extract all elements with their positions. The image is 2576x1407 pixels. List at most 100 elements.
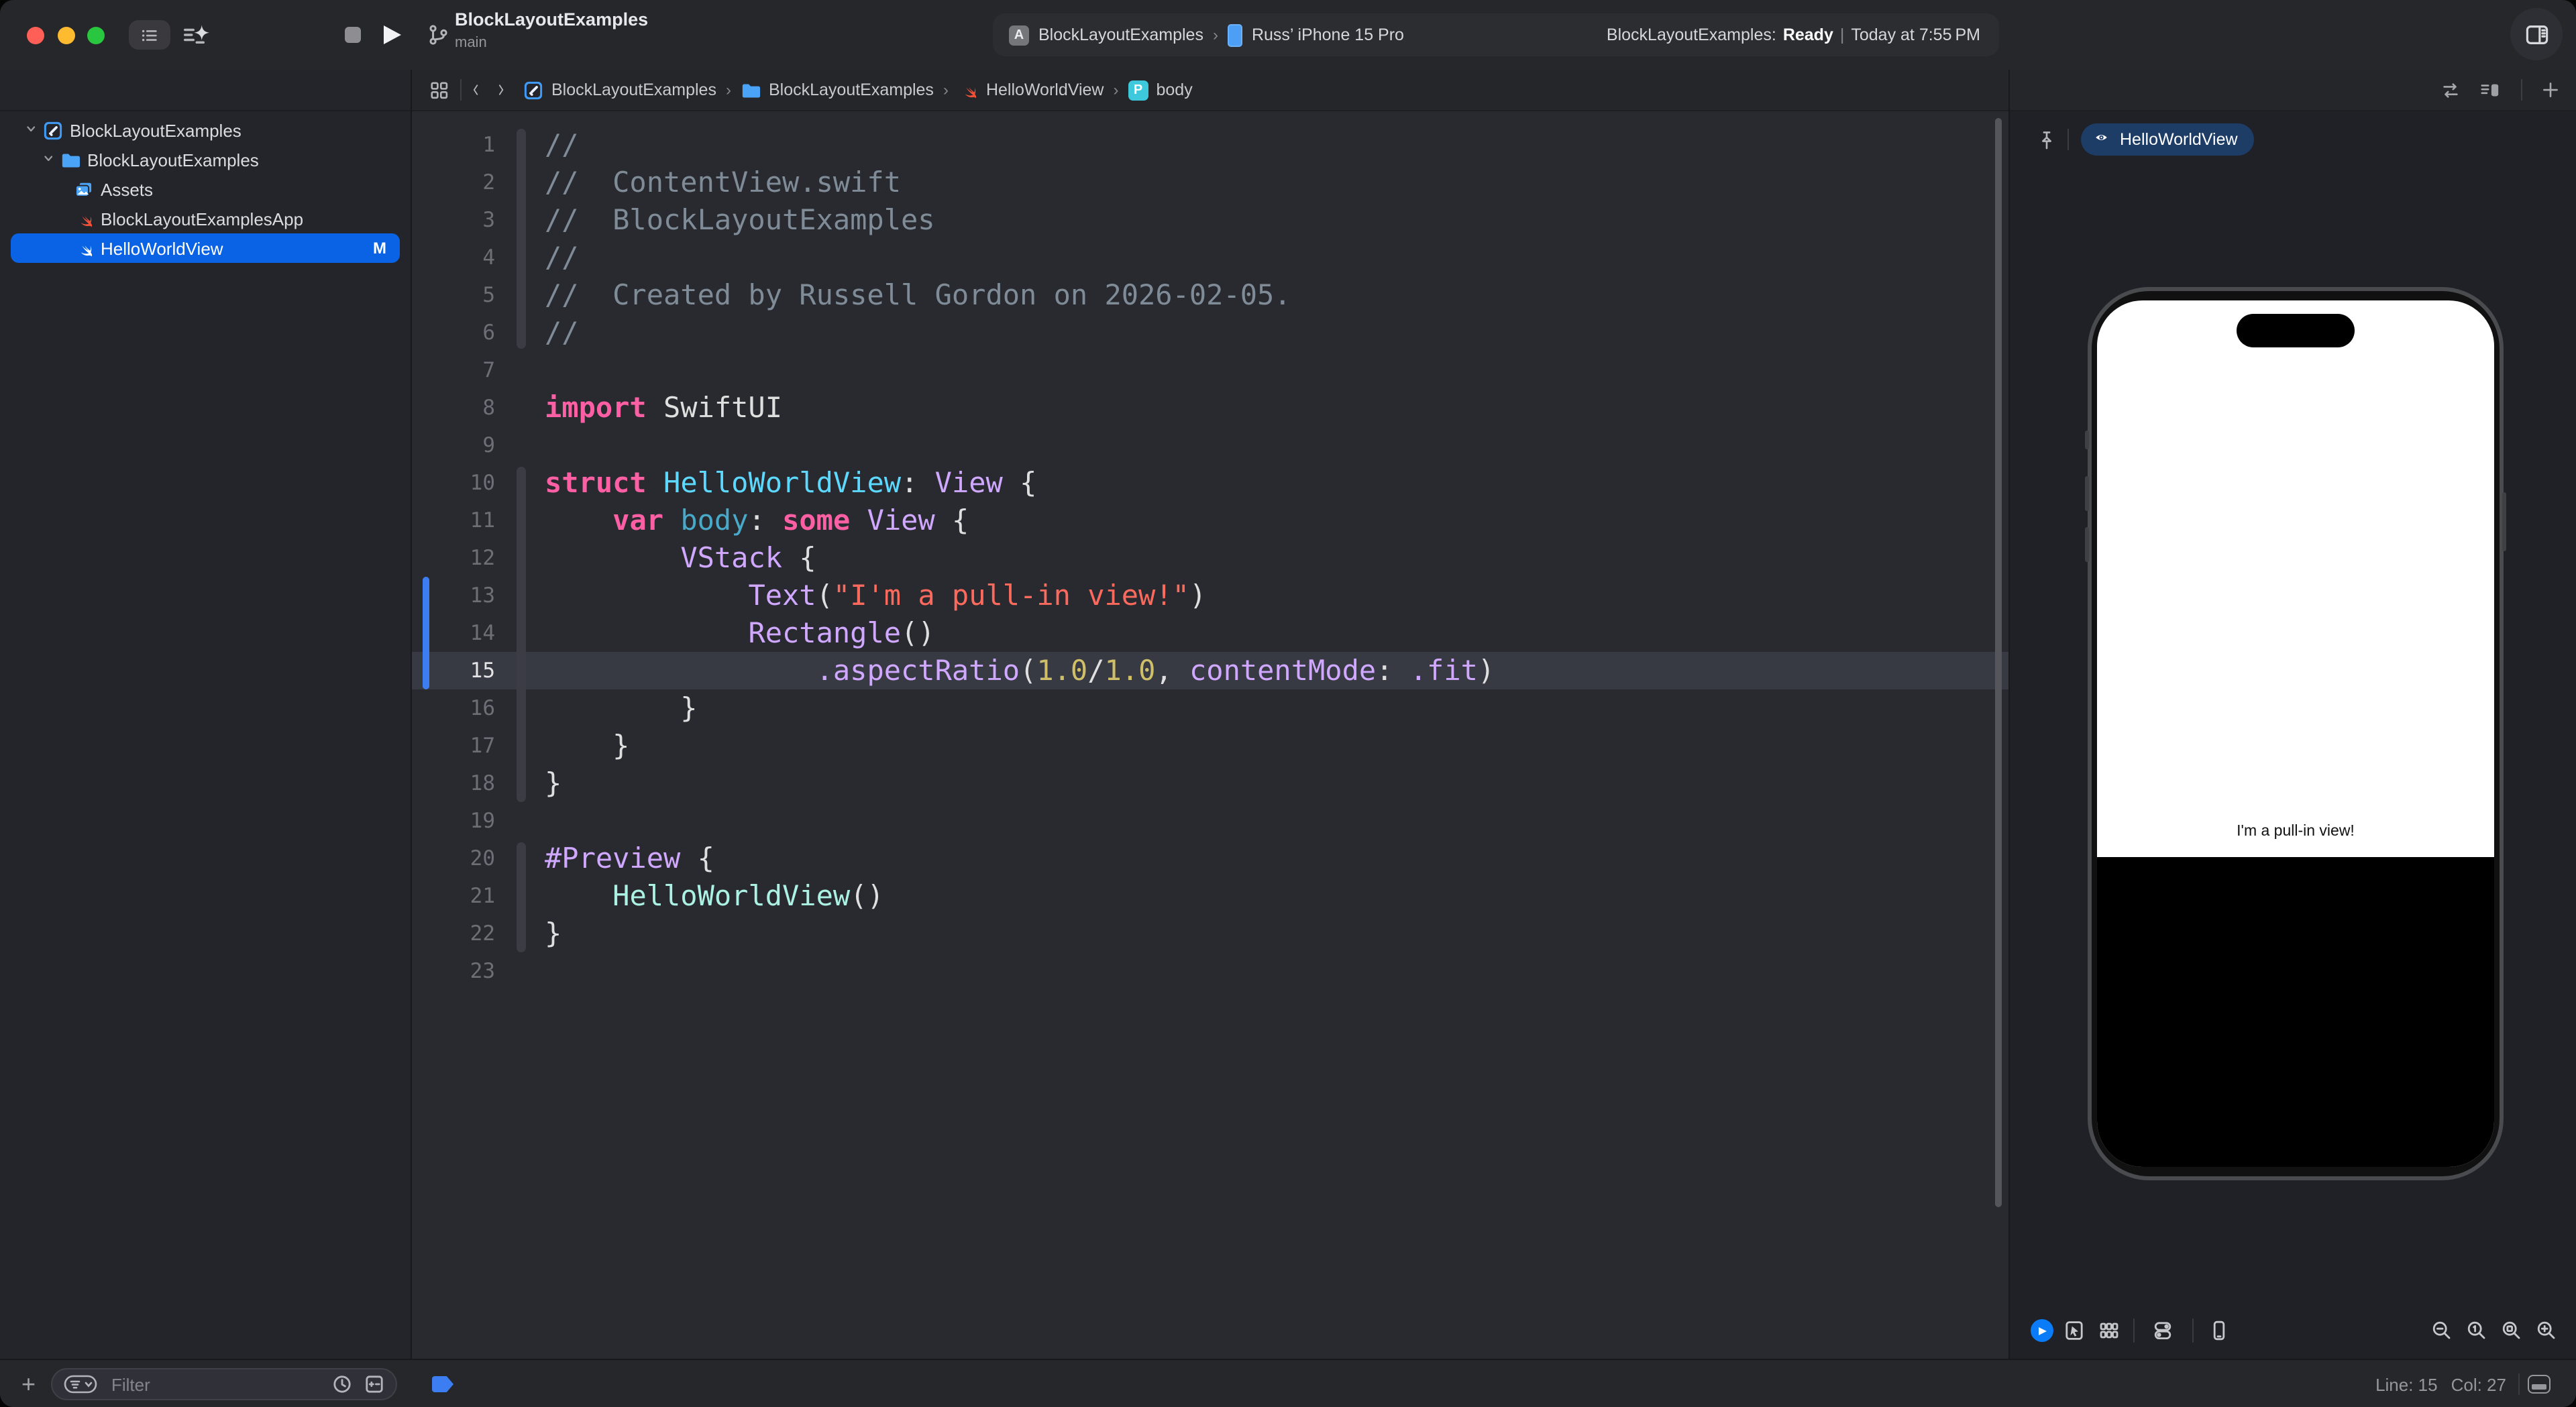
code-line-19[interactable]: 19 [412,802,2008,840]
code-line-2[interactable]: 2// ContentView.swift [412,164,2008,201]
code-line-22[interactable]: 22} [412,915,2008,952]
zoom-out-button[interactable] [2431,1320,2453,1341]
device-screen[interactable]: I'm a pull-in view! [2097,300,2494,1167]
breadcrumb-item[interactable]: Pbody [1128,80,1193,100]
code-line-15[interactable]: 15 .aspectRatio(1.0/1.0, contentMode: .f… [412,652,2008,689]
line-number[interactable]: 12 [412,539,495,577]
code-line-16[interactable]: 16 } [412,689,2008,727]
related-items-button[interactable] [429,80,449,100]
code-line-23[interactable]: 23 [412,952,2008,990]
line-number[interactable]: 7 [412,351,495,389]
code-line-8[interactable]: 8import SwiftUI [412,389,2008,427]
code-line-10[interactable]: 10struct HelloWorldView: View { [412,464,2008,502]
add-item-button[interactable]: + [21,1360,36,1407]
add-editor-button[interactable] [2541,80,2560,99]
code-line-14[interactable]: 14 Rectangle() [412,614,2008,652]
preview-device-button[interactable] [2208,1320,2230,1341]
code-line-5[interactable]: 5// Created by Russell Gordon on 2026-02… [412,276,2008,314]
breadcrumb-separator: › [943,80,949,99]
close-window-button[interactable] [26,26,44,44]
code-line-6[interactable]: 6// [412,314,2008,351]
code-line-17[interactable]: 17 } [412,727,2008,765]
device-settings-button[interactable] [2152,1320,2174,1341]
variants-mode-button[interactable] [2098,1320,2120,1341]
code-line-12[interactable]: 12 VStack { [412,539,2008,577]
code-line-18[interactable]: 18} [412,765,2008,802]
navigator-filter-field[interactable] [51,1368,397,1400]
line-number[interactable]: 17 [412,727,495,765]
line-number[interactable]: 3 [412,201,495,239]
line-number[interactable]: 14 [412,614,495,652]
source-control-filter-icon[interactable] [364,1373,385,1395]
code-line-3[interactable]: 3// BlockLayoutExamples [412,201,2008,239]
line-number[interactable]: 9 [412,427,495,464]
source-editor[interactable]: 1//2// ContentView.swift3// BlockLayoutE… [412,110,2008,1359]
line-number[interactable]: 22 [412,915,495,952]
navigator-menu-button[interactable] [129,20,170,50]
line-number[interactable]: 18 [412,765,495,802]
zoom-window-button[interactable] [87,26,105,44]
recent-files-icon[interactable] [331,1373,353,1395]
build-status[interactable]: BlockLayoutExamples: Ready | Today at 7:… [1607,13,1980,56]
line-number[interactable]: 16 [412,689,495,727]
code-line-4[interactable]: 4// [412,239,2008,276]
zoom-in-button[interactable] [2536,1320,2557,1341]
line-number[interactable]: 13 [412,577,495,614]
line-number[interactable]: 23 [412,952,495,990]
navigator-divider[interactable] [411,70,412,1359]
go-back-button[interactable] [472,80,484,99]
line-number[interactable]: 6 [412,314,495,351]
minimize-window-button[interactable] [57,26,74,44]
run-button[interactable] [384,25,401,44]
code-line-11[interactable]: 11 var body: some View { [412,502,2008,539]
line-number[interactable]: 1 [412,126,495,164]
line-number[interactable]: 10 [412,464,495,502]
code-line-13[interactable]: 13 Text("I'm a pull-in view!") [412,577,2008,614]
intelligence-button[interactable] [180,21,212,48]
stop-button[interactable] [345,27,361,43]
code-line-21[interactable]: 21 HelloWorldView() [412,877,2008,915]
line-number[interactable]: 21 [412,877,495,915]
zoom-fit-button[interactable] [2501,1320,2522,1341]
selectable-mode-button[interactable] [2063,1320,2085,1341]
disclosure-chevron-icon[interactable] [42,152,59,167]
line-number[interactable]: 2 [412,164,495,201]
live-preview-button[interactable] [2031,1319,2053,1342]
code-line-7[interactable]: 7 [412,351,2008,389]
sidebar-item-BlockLayoutExamplesApp[interactable]: BlockLayoutExamplesApp [11,204,400,233]
preview-tab[interactable]: HelloWorldView [2081,123,2254,156]
disclosure-chevron-icon[interactable] [24,123,42,137]
scheme-name: BlockLayoutExamples [1038,25,1203,44]
line-number[interactable]: 11 [412,502,495,539]
code-line-1[interactable]: 1// [412,126,2008,164]
sidebar-item-HelloWorldView[interactable]: HelloWorldViewM [11,233,400,263]
breadcrumb-item[interactable]: BlockLayoutExamples [741,80,934,100]
line-number[interactable]: 5 [412,276,495,314]
editor-layout-icon[interactable] [2478,80,2502,100]
sidebar-item-BlockLayoutExamples[interactable]: BlockLayoutExamples [11,115,400,145]
zoom-100-button[interactable] [2466,1320,2487,1341]
editor-bottom-bar-toggle[interactable] [2528,1375,2551,1394]
line-number[interactable]: 15 [412,652,495,689]
code-line-9[interactable]: 9 [412,427,2008,464]
go-forward-button[interactable] [498,80,510,99]
toggle-inspector-button[interactable] [2510,8,2563,60]
line-number[interactable]: 20 [412,840,495,877]
canvas-divider[interactable] [2008,70,2010,1359]
scheme-selector[interactable]: A BlockLayoutExamples › Russ’ iPhone 15 … [993,13,1420,56]
sidebar-item-BlockLayoutExamples[interactable]: BlockLayoutExamples [11,145,400,174]
breadcrumb-item[interactable]: HelloWorldView [958,80,1104,100]
line-number[interactable]: 4 [412,239,495,276]
breakpoints-toggle[interactable] [432,1376,453,1392]
cursor-position[interactable]: Line: 15 Col: 27 [2375,1360,2506,1407]
line-number[interactable]: 19 [412,802,495,840]
swap-editor-icon[interactable] [2439,80,2462,100]
pin-icon[interactable] [2037,129,2057,152]
sidebar-item-Assets[interactable]: Assets [11,174,400,204]
code-line-20[interactable]: 20#Preview { [412,840,2008,877]
editor-scrollbar[interactable] [1995,118,2002,1207]
filter-funnel-icon[interactable] [63,1373,98,1395]
line-number[interactable]: 8 [412,389,495,427]
filter-input[interactable] [109,1373,321,1396]
breadcrumb-item[interactable]: BlockLayoutExamples [523,80,716,100]
